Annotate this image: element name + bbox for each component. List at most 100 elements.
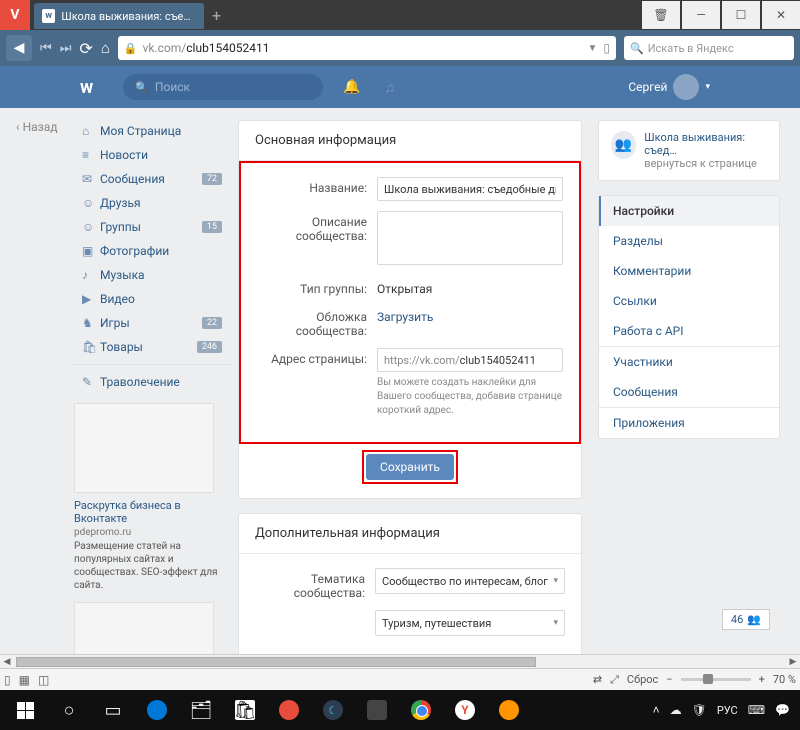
back-link[interactable]: Назад xyxy=(0,108,60,134)
topic-select[interactable]: Сообщество по интересам, блог▾ xyxy=(375,568,565,594)
music-icon[interactable]: ♫ xyxy=(385,79,396,96)
vk-logo[interactable]: w xyxy=(80,77,93,98)
group-avatar-icon: 👥 xyxy=(611,131,636,159)
zoom-slider[interactable] xyxy=(681,678,751,681)
sync-icon[interactable]: ⇄ xyxy=(593,673,602,686)
maximize-button[interactable]: ☐ xyxy=(722,1,760,29)
vk-search[interactable]: 🔍 Поиск xyxy=(123,74,323,100)
audio-icon: ♪ xyxy=(82,268,100,282)
settings-tab-members[interactable]: Участники xyxy=(599,347,779,377)
app-icon-2[interactable] xyxy=(356,691,398,729)
ad-block-2[interactable]: Вконтакте! Здесь Ваши клиенты dialweb.ru… xyxy=(74,602,230,654)
minimize-button[interactable]: — xyxy=(682,1,720,29)
sidebar-item-mypage[interactable]: ⌂Моя Страница xyxy=(74,120,230,142)
settings-tab-links[interactable]: Ссылки xyxy=(599,286,779,316)
url-dropdown-icon[interactable]: ▼ xyxy=(587,43,597,54)
scroll-left-icon[interactable]: ◀ xyxy=(0,657,14,667)
panel-additional-info: Дополнительная информация Тематика сообщ… xyxy=(238,513,582,654)
sidebar-item-news[interactable]: ≡Новости xyxy=(74,144,230,166)
name-input[interactable] xyxy=(377,177,563,201)
taskview-icon[interactable]: ▭ xyxy=(92,691,134,729)
sidebar-item-messages[interactable]: ✉Сообщения72 xyxy=(74,168,230,190)
explorer-icon[interactable]: 🗂 xyxy=(180,691,222,729)
yandex-search-icon: 🔍 xyxy=(630,42,644,55)
browser-search[interactable]: 🔍 Искать в Яндекс xyxy=(624,36,794,60)
group-info-box[interactable]: 👥 Школа выживания: съед… вернуться к стр… xyxy=(598,120,780,181)
zoom-out-button[interactable]: − xyxy=(666,673,672,686)
expand-icon[interactable]: ⤢ xyxy=(610,673,619,687)
ad-block-1[interactable]: Раскрутка бизнеса в Вконтакте pdepromo.r… xyxy=(74,403,230,592)
bookmark-icon[interactable]: ▯ xyxy=(603,41,610,55)
back-button[interactable]: ◀ xyxy=(6,35,32,61)
ad-title: Раскрутка бизнеса в Вконтакте xyxy=(74,499,230,525)
sidebar-item-video[interactable]: ▶Видео xyxy=(74,288,230,310)
vk-search-placeholder: Поиск xyxy=(155,80,190,94)
store-icon[interactable]: 🛍 xyxy=(224,691,266,729)
scroll-thumb[interactable] xyxy=(16,657,536,667)
label-name: Название: xyxy=(257,177,377,201)
forward-button[interactable]: ⏭ xyxy=(60,41,72,56)
chrome-icon[interactable] xyxy=(400,691,442,729)
url-path: club154052411 xyxy=(186,41,269,55)
tray-up-icon[interactable]: ˄ xyxy=(653,703,660,717)
zoom-in-button[interactable]: + xyxy=(759,673,765,686)
highlighted-save-wrap: Сохранить xyxy=(362,450,458,484)
home-button[interactable]: ⌂ xyxy=(101,39,110,57)
address-input[interactable]: https://vk.com/club154052411 xyxy=(377,348,563,372)
horizontal-scrollbar[interactable]: ◀ ▶ xyxy=(0,654,800,668)
video-icon: ▶ xyxy=(82,292,100,306)
subtopic-select[interactable]: Туризм, путешествия▾ xyxy=(375,610,565,636)
sidebar-item-custom[interactable]: ✎Траволечение xyxy=(74,371,230,393)
image-toggle-icon[interactable]: ◫ xyxy=(38,673,49,687)
language-indicator[interactable]: РУС xyxy=(717,704,738,717)
save-button-1[interactable]: Сохранить xyxy=(366,454,454,480)
start-button[interactable] xyxy=(4,691,46,729)
tray-cloud-icon[interactable]: ☁ xyxy=(670,703,682,717)
opera-icon[interactable] xyxy=(268,691,310,729)
close-button[interactable]: ✕ xyxy=(762,1,800,29)
chat-widget[interactable]: 46 👥 xyxy=(722,609,770,630)
sidebar-item-friends[interactable]: ☺Друзья xyxy=(74,192,230,214)
settings-menu: Настройки Разделы Комментарии Ссылки Раб… xyxy=(598,195,780,439)
sidebar-item-photos[interactable]: ▣Фотографии xyxy=(74,240,230,262)
zoom-reset-button[interactable]: Сброс xyxy=(627,673,658,686)
rewind-button[interactable]: ⏮ xyxy=(40,41,52,56)
app-icon[interactable]: ☾ xyxy=(312,691,354,729)
notifications-center-icon[interactable]: 💬 xyxy=(775,703,790,717)
tile-icon[interactable]: ▦ xyxy=(19,673,30,687)
yandex-browser-icon[interactable]: Y xyxy=(444,691,486,729)
vk-user-menu[interactable]: Сергей ▾ xyxy=(628,74,710,100)
firefox-icon[interactable] xyxy=(488,691,530,729)
vivaldi-icon[interactable]: V xyxy=(0,0,30,30)
notifications-icon[interactable]: 🔔 xyxy=(343,79,360,96)
browser-tab[interactable]: w Школа выживания: съедоб xyxy=(34,3,204,29)
tray-keyboard-icon[interactable]: ⌨ xyxy=(748,703,765,717)
new-tab-button[interactable]: + xyxy=(212,6,221,25)
trash-icon[interactable]: 🗑 xyxy=(642,1,680,29)
edge-icon[interactable] xyxy=(136,691,178,729)
upload-cover-link[interactable]: Загрузить xyxy=(377,306,563,338)
url-host: vk.com/ xyxy=(143,41,187,55)
url-bar[interactable]: 🔒 vk.com/ club154052411 ▼ ▯ xyxy=(118,36,616,60)
sidebar-item-market[interactable]: 🛍Товары246 xyxy=(74,336,230,358)
badge: 246 xyxy=(197,341,222,353)
description-textarea[interactable] xyxy=(377,211,563,265)
reload-button[interactable]: ⟳ xyxy=(79,39,92,58)
sidebar-item-groups[interactable]: ☺Группы15 xyxy=(74,216,230,238)
sidebar-item-games[interactable]: ♞Игры22 xyxy=(74,312,230,334)
settings-tab-apps[interactable]: Приложения xyxy=(599,408,779,438)
panel-main-info: Основная информация Название: Описание с… xyxy=(238,120,582,499)
tray-shield-icon[interactable]: 🛡 xyxy=(692,703,707,717)
settings-tab-api[interactable]: Работа с API xyxy=(599,316,779,346)
settings-tab-messages[interactable]: Сообщения xyxy=(599,377,779,407)
panel-title: Основная информация xyxy=(239,121,581,161)
scroll-right-icon[interactable]: ▶ xyxy=(786,657,800,667)
settings-tab-comments[interactable]: Комментарии xyxy=(599,256,779,286)
sidebar-item-music[interactable]: ♪Музыка xyxy=(74,264,230,286)
settings-tab-settings[interactable]: Настройки xyxy=(599,196,779,226)
settings-tab-sections[interactable]: Разделы xyxy=(599,226,779,256)
zoom-value: 70 % xyxy=(773,673,796,686)
cortana-icon[interactable]: ○ xyxy=(48,691,90,729)
panel-toggle-icon[interactable]: ▯ xyxy=(4,673,11,687)
photos-icon: ▣ xyxy=(82,244,100,258)
